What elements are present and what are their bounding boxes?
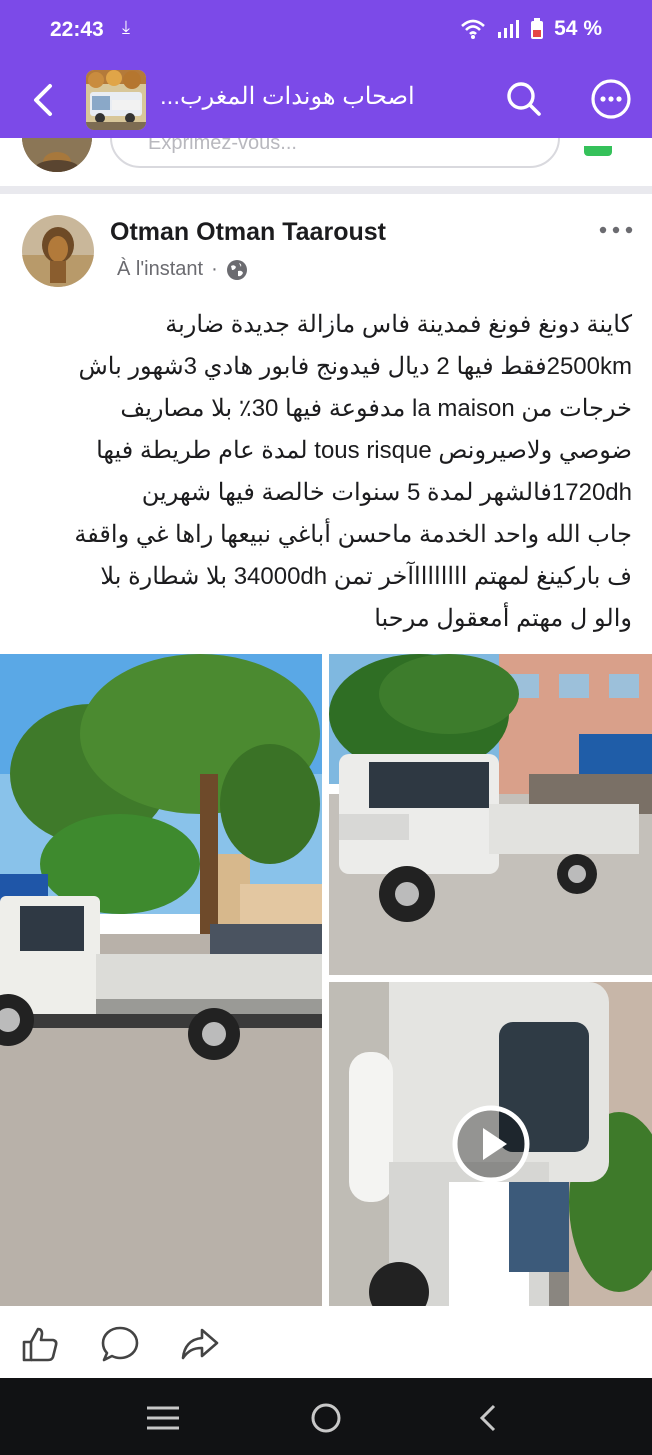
- post-line: خرجات من la maison مدفوعة فيها 30٪ بلا م…: [120, 395, 632, 422]
- back-nav-icon[interactable]: [468, 1402, 508, 1434]
- more-options-icon[interactable]: [590, 78, 632, 120]
- composer-placeholder: Exprimez-vous...: [148, 138, 297, 154]
- recent-apps-icon[interactable]: [143, 1402, 183, 1434]
- composer-input[interactable]: Exprimez-vous...: [110, 138, 560, 168]
- share-icon[interactable]: [180, 1324, 220, 1364]
- post-line: كاينة دونغ فونغ فمدينة فاس مازالة جديدة …: [165, 311, 632, 338]
- photo-truck-under-tree[interactable]: [0, 654, 322, 1306]
- system-nav-bar: [0, 1378, 652, 1455]
- play-button-icon[interactable]: [451, 1104, 531, 1184]
- post-actions: [0, 1306, 652, 1378]
- section-divider: [0, 186, 652, 194]
- post-line: 2500kmفقط فيها 2 ديال فيدونج فابور هادي …: [78, 353, 633, 380]
- battery-icon: [531, 18, 544, 39]
- post-body: كاينة دونغ فونغ فمدينة فاس مازالة جديدة …: [20, 304, 632, 640]
- comment-icon[interactable]: [100, 1324, 140, 1364]
- status-bar: 22:43 ⤓ 54 %: [0, 0, 652, 62]
- video-truck-cab[interactable]: [329, 982, 652, 1306]
- search-icon[interactable]: [505, 80, 543, 118]
- post-meta: À l'instant ·: [117, 258, 248, 281]
- post-line: جاب الله واحد الخدمة ماحسن أباغي نبيعها …: [74, 521, 632, 548]
- composer-avatar: [22, 138, 92, 172]
- status-time: 22:43: [50, 18, 104, 41]
- author-name[interactable]: Otman Otman Taaroust: [110, 218, 386, 247]
- group-title[interactable]: اصحاب هوندات المغرب...: [160, 82, 440, 111]
- post-options-icon[interactable]: [598, 222, 634, 238]
- download-icon: ⤓: [122, 17, 130, 37]
- status-right-group: 54 %: [460, 17, 602, 41]
- signal-icon: [498, 20, 520, 38]
- battery-percent: 54 %: [554, 17, 602, 40]
- globe-icon: [226, 259, 247, 280]
- post-line: 1720dhفالشهر لمدة 5 سنوات خالصة فيها شهر…: [141, 479, 632, 506]
- post-line: ضوصي ولاصيرونص tous risque لمدة عام طريط…: [96, 437, 632, 464]
- post-time: À l'instant: [117, 258, 204, 280]
- home-icon[interactable]: [306, 1402, 346, 1434]
- wifi-icon: [461, 19, 485, 39]
- photo-shortcut-icon[interactable]: [584, 146, 612, 156]
- group-header: اصحاب هوندات المغرب...: [0, 62, 652, 138]
- author-avatar[interactable]: [22, 215, 94, 287]
- composer-row: Exprimez-vous...: [0, 138, 652, 186]
- group-thumbnail[interactable]: [86, 70, 146, 130]
- photo-truck-front[interactable]: [329, 654, 652, 975]
- like-icon[interactable]: [20, 1324, 60, 1364]
- meta-separator: ·: [211, 258, 218, 280]
- back-arrow-icon[interactable]: [26, 80, 62, 120]
- post-line: ف باركينغ لمهتم ااااااااآخر تمن 34000dh …: [100, 563, 632, 590]
- post-line: والو ل مهتم أمعقول مرحبا: [374, 605, 632, 632]
